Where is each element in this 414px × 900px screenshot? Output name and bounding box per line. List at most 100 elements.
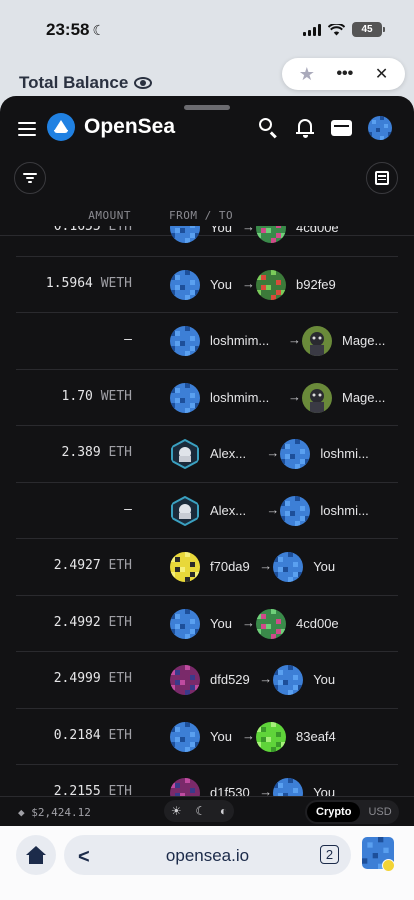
amount-value: 0.1655: [53, 226, 101, 234]
from-name[interactable]: d1f530: [210, 785, 250, 796]
arrow-icon: →: [288, 388, 301, 404]
table-row[interactable]: 2.4992 ETH You → 4cd00e: [16, 596, 398, 652]
to-name[interactable]: You: [313, 785, 335, 796]
to-avatar[interactable]: [256, 608, 286, 639]
dark-theme-icon[interactable]: ☾: [195, 804, 206, 818]
from-avatar[interactable]: [170, 269, 200, 300]
row-amount: —: [124, 502, 132, 517]
eth-icon: ◆: [18, 806, 32, 819]
to-name[interactable]: loshmi...: [320, 503, 368, 518]
bottom-status-strip: ◆ $2,424.12 ☀ ☾ ◐ Crypto USD: [0, 796, 414, 826]
table-row[interactable]: 1.5964 WETH You → b92fe9: [16, 257, 398, 313]
menu-icon[interactable]: [18, 122, 36, 136]
to-avatar[interactable]: [256, 269, 286, 300]
table-row[interactable]: — Alex... → loshmi...: [16, 483, 398, 539]
amount-unit: WETH: [100, 388, 132, 404]
amount-unit: WETH: [100, 275, 132, 291]
amount-column-header: AMOUNT: [88, 209, 131, 222]
to-avatar[interactable]: [273, 665, 304, 695]
table-row[interactable]: 2.4999 ETH dfd529 → You: [16, 652, 398, 709]
from-avatar[interactable]: [170, 778, 200, 796]
to-avatar[interactable]: [280, 439, 311, 469]
to-name[interactable]: 83eaf4: [296, 729, 336, 744]
to-name[interactable]: You: [313, 559, 335, 574]
light-theme-icon[interactable]: ☀: [171, 804, 182, 818]
to-avatar[interactable]: [302, 382, 332, 413]
to-name[interactable]: loshmi...: [320, 446, 368, 461]
from-name[interactable]: You: [210, 616, 232, 631]
close-icon[interactable]: ✕: [375, 64, 388, 84]
table-row[interactable]: 2.389 ETH Alex... → loshmi...: [16, 426, 398, 483]
wallet-icon[interactable]: [331, 117, 353, 139]
from-name[interactable]: f70da9: [210, 559, 250, 574]
table-row[interactable]: 0.2184 ETH You → 83eaf4: [16, 709, 398, 765]
from-avatar[interactable]: [170, 608, 200, 639]
star-icon[interactable]: ★: [299, 64, 315, 85]
from-avatar[interactable]: [170, 326, 200, 356]
from-avatar[interactable]: [170, 382, 200, 413]
more-icon[interactable]: •••: [336, 65, 353, 83]
from-name[interactable]: loshmim...: [210, 333, 269, 348]
to-avatar[interactable]: [273, 552, 304, 582]
eye-icon[interactable]: [134, 77, 153, 89]
activity-toolbar: [0, 162, 414, 196]
to-name[interactable]: Mage...: [342, 333, 385, 348]
from-avatar[interactable]: [170, 721, 200, 752]
table-row[interactable]: 2.4927 ETH f70da9 → You: [16, 539, 398, 596]
sheet-grabber[interactable]: [184, 105, 230, 110]
table-row[interactable]: 2.2155 ETH d1f530 → You: [16, 765, 398, 796]
arrow-icon: →: [242, 275, 255, 291]
to-avatar[interactable]: [302, 326, 332, 356]
amount-value: 2.389: [61, 445, 101, 460]
tabs-button[interactable]: 2: [320, 845, 339, 864]
arrow-icon: →: [242, 727, 255, 743]
eth-price: $2,424.12: [31, 806, 91, 819]
arrow-icon: →: [288, 332, 301, 347]
search-icon[interactable]: [258, 117, 280, 139]
crypto-option[interactable]: Crypto: [307, 802, 361, 822]
url-text[interactable]: opensea.io: [64, 846, 351, 866]
amount-value: —: [124, 332, 132, 347]
table-row[interactable]: 1.70 WETH loshmim... → Mage...: [16, 370, 398, 426]
opensea-sheet: OpenSea AMOUNT FROM / TO 0.1655 ETH You → 4…: [0, 96, 414, 826]
to-avatar[interactable]: [280, 495, 311, 526]
to-name[interactable]: Mage...: [342, 390, 385, 405]
amount-value: 1.5964: [45, 275, 93, 291]
from-name[interactable]: You: [210, 226, 232, 235]
from-avatar[interactable]: [170, 226, 200, 243]
to-name[interactable]: b92fe9: [296, 277, 336, 292]
to-name[interactable]: 4cd00e: [296, 616, 339, 631]
table-row[interactable]: 0.1655 ETH You → 4cd00e: [16, 226, 398, 257]
from-name[interactable]: Alex...: [210, 446, 246, 461]
to-name[interactable]: You: [313, 672, 335, 687]
profile-avatar[interactable]: [368, 116, 392, 140]
filter-button[interactable]: [14, 162, 46, 194]
to-name[interactable]: 4cd00e: [296, 226, 339, 235]
view-toggle-button[interactable]: [366, 162, 398, 194]
activity-list[interactable]: 0.1655 ETH You → 4cd00e 1.5964 WETH You → b92fe…: [0, 226, 414, 796]
opensea-logo[interactable]: [47, 113, 75, 141]
usd-option[interactable]: USD: [360, 802, 399, 822]
home-button[interactable]: [16, 835, 56, 875]
table-row[interactable]: — loshmim... → Mage...: [16, 313, 398, 370]
from-avatar[interactable]: [170, 665, 200, 695]
from-avatar[interactable]: [170, 552, 200, 582]
bell-icon[interactable]: [294, 117, 316, 139]
from-avatar[interactable]: [170, 495, 200, 526]
to-avatar[interactable]: [256, 226, 286, 243]
row-amount: —: [124, 332, 132, 347]
floating-action-pill: ★ ••• ✕: [282, 58, 405, 90]
address-bar[interactable]: < opensea.io 2: [64, 835, 351, 875]
from-name[interactable]: dfd529: [210, 672, 250, 687]
from-avatar[interactable]: [170, 439, 200, 469]
home-icon: [26, 846, 46, 864]
to-avatar[interactable]: [273, 778, 304, 796]
system-theme-icon[interactable]: ◐: [220, 804, 227, 818]
amount-unit: ETH: [108, 727, 132, 743]
to-avatar[interactable]: [256, 721, 286, 752]
from-name[interactable]: Alex...: [210, 503, 246, 518]
from-name[interactable]: You: [210, 729, 232, 744]
from-name[interactable]: loshmim...: [210, 390, 269, 405]
brand-name[interactable]: OpenSea: [84, 115, 175, 139]
from-name[interactable]: You: [210, 277, 232, 292]
